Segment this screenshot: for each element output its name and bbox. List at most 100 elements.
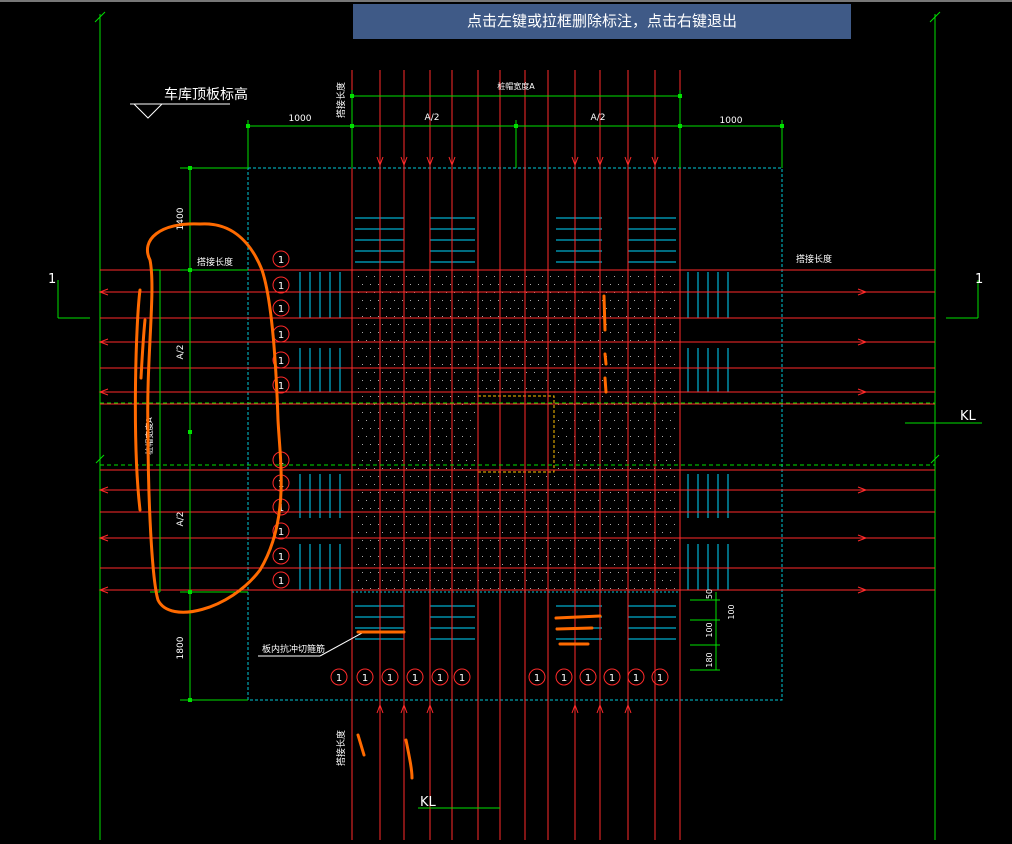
hatch-dot <box>598 484 599 485</box>
hatch-dot <box>618 412 619 413</box>
hatch-dot <box>510 564 511 565</box>
hatch-dot <box>394 492 395 493</box>
hatch-dot <box>462 372 463 373</box>
hatch-dot <box>590 308 591 309</box>
hatch-dot <box>482 556 483 557</box>
hatch-dot <box>562 588 563 589</box>
hatch-dot <box>558 308 559 309</box>
hatch-dot <box>422 420 423 421</box>
hatch-dot <box>406 468 407 469</box>
hatch-dot <box>550 516 551 517</box>
cad-drawing-canvas[interactable]: 车库顶板标高 1000 A/2 A/2 1000 桩帽宽度A 1400 A/2 … <box>0 0 1012 840</box>
hatch-dot <box>658 540 659 541</box>
hatch-dot <box>442 492 443 493</box>
hatch-dot <box>378 380 379 381</box>
hatch-dot <box>374 484 375 485</box>
kl-label-right: KL <box>960 409 977 424</box>
hatch-dot <box>450 332 451 333</box>
hatch-dot <box>458 508 459 509</box>
hatch-dot <box>578 364 579 365</box>
hatch-dot <box>398 452 399 453</box>
hatch-dot <box>386 460 387 461</box>
hatch-dot <box>498 540 499 541</box>
hatch-dot <box>570 316 571 317</box>
hatch-dot <box>462 516 463 517</box>
hatch-dot <box>362 588 363 589</box>
hatch-dot <box>374 468 375 469</box>
hatch-dot <box>398 548 399 549</box>
hatch-dot <box>626 396 627 397</box>
hatch-dot <box>402 284 403 285</box>
hatch-dot <box>670 484 671 485</box>
hatch-dot <box>530 556 531 557</box>
hatch-dot <box>570 332 571 333</box>
hatch-dot <box>614 580 615 581</box>
hatch-dot <box>382 308 383 309</box>
hatch-dot <box>502 580 503 581</box>
hatch-dot <box>522 380 523 381</box>
hatch-dot <box>402 316 403 317</box>
hatch-dot <box>502 564 503 565</box>
hatch-dot <box>666 332 667 333</box>
hatch-dot <box>610 332 611 333</box>
hatch-dot <box>518 532 519 533</box>
rebar-tag-label: 1 <box>278 304 284 315</box>
hatch-dot <box>454 548 455 549</box>
hatch-dot <box>546 332 547 333</box>
cad-drawing[interactable]: 车库顶板标高 1000 A/2 A/2 1000 桩帽宽度A 1400 A/2 … <box>0 0 1012 840</box>
hatch-dot <box>634 412 635 413</box>
hatch-dot <box>462 484 463 485</box>
hatch-dot <box>378 460 379 461</box>
hatch-dot <box>622 532 623 533</box>
hatch-dot <box>642 508 643 509</box>
hatch-dot <box>398 516 399 517</box>
hatch-dot <box>590 324 591 325</box>
hatch-dot <box>586 396 587 397</box>
hatch-dot <box>414 340 415 341</box>
hatch-dot <box>366 484 367 485</box>
hatch-dot <box>466 284 467 285</box>
hatch-dot <box>658 428 659 429</box>
hatch-dot <box>486 548 487 549</box>
hatch-dot <box>494 580 495 581</box>
hatch-dot <box>614 356 615 357</box>
hatch-dot <box>370 348 371 349</box>
hatch-dot <box>630 548 631 549</box>
hatch-dot <box>482 284 483 285</box>
hatch-dot <box>374 420 375 421</box>
hatch-dot <box>498 284 499 285</box>
hatch-dot <box>426 492 427 493</box>
hatch-dot <box>570 508 571 509</box>
anchor-len-left: 搭接长度 <box>197 256 233 268</box>
hatch-dot <box>630 340 631 341</box>
hatch-dot <box>506 476 507 477</box>
hatch-dot <box>578 556 579 557</box>
hatch-dot <box>402 460 403 461</box>
hatch-dot <box>638 452 639 453</box>
hatch-dot <box>422 548 423 549</box>
hatch-dot <box>506 524 507 525</box>
hatch-dot <box>370 556 371 557</box>
hatch-dot <box>402 556 403 557</box>
hatch-dot <box>406 436 407 437</box>
hatch-dot <box>442 428 443 429</box>
hatch-dot <box>382 276 383 277</box>
hatch-dot <box>514 492 515 493</box>
hatch-dot <box>558 580 559 581</box>
hatch-dot <box>514 524 515 525</box>
hatch-dot <box>674 396 675 397</box>
hatch-dot <box>650 588 651 589</box>
hatch-dot <box>434 572 435 573</box>
hatch-dot <box>362 572 363 573</box>
hatch-dot <box>494 372 495 373</box>
hatch-dot <box>534 564 535 565</box>
hatch-dot <box>638 436 639 437</box>
hatch-dot <box>542 548 543 549</box>
hatch-dot <box>578 476 579 477</box>
hatch-dot <box>622 548 623 549</box>
hatch-dot <box>634 364 635 365</box>
hatch-dot <box>518 580 519 581</box>
hatch-dot <box>362 428 363 429</box>
dim-50: 50 <box>705 589 714 599</box>
hatch-dot <box>498 524 499 525</box>
